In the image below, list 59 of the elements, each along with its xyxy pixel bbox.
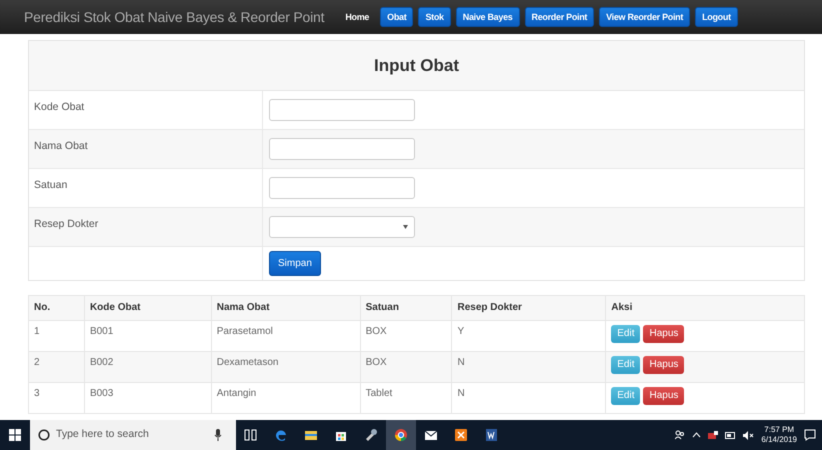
search-icon — [38, 429, 50, 441]
clock-time: 7:57 PM — [763, 425, 796, 435]
search-placeholder: Type here to search — [56, 427, 149, 442]
folder-icon — [304, 428, 318, 442]
task-view-icon — [244, 428, 258, 442]
delete-button[interactable]: Hapus — [643, 356, 684, 374]
column-header: Nama Obat — [211, 296, 360, 320]
microphone-icon — [214, 429, 222, 441]
table-cell: N — [452, 352, 606, 382]
column-header: Resep Dokter — [452, 296, 606, 320]
chevron-up-icon — [692, 432, 702, 438]
table-cell: 2 — [28, 352, 84, 382]
chrome-icon — [394, 428, 408, 442]
clock-date: 6/14/2019 — [761, 435, 797, 445]
nav-link[interactable]: Home — [339, 8, 376, 26]
input-field[interactable] — [269, 138, 415, 160]
delete-button[interactable]: Hapus — [643, 325, 684, 343]
field-label: Kode Obat — [29, 91, 263, 129]
brand-title: Perediksi Stok Obat Naive Bayes & Reorder Point — [24, 8, 324, 27]
nav-link[interactable]: Logout — [695, 6, 738, 28]
network-icon — [708, 431, 718, 439]
delete-button[interactable]: Hapus — [643, 387, 684, 405]
nav-link[interactable]: Naive Bayes — [456, 6, 520, 28]
nav-link[interactable]: Stok — [418, 6, 451, 28]
column-header: Kode Obat — [84, 296, 212, 320]
field-label: Resep Dokter — [29, 208, 263, 246]
input-field[interactable] — [269, 177, 415, 199]
input-field[interactable] — [269, 99, 415, 121]
save-button[interactable]: Simpan — [269, 251, 321, 276]
envelope-icon — [424, 428, 438, 442]
table-cell: B002 — [84, 352, 212, 382]
nav-link[interactable]: View Reorder Point — [599, 6, 690, 28]
cross-tile-icon — [454, 428, 468, 442]
table-cell: Antangin — [211, 382, 360, 414]
speaker-icon — [743, 430, 754, 440]
select-field[interactable] — [269, 216, 415, 238]
notification-icon[interactable] — [804, 429, 816, 441]
column-header: No. — [28, 296, 84, 320]
nav-link[interactable]: Reorder Point — [524, 6, 594, 28]
nav-link[interactable]: Obat — [380, 6, 414, 28]
battery-icon — [725, 432, 736, 438]
table-cell: BOX — [360, 352, 452, 382]
caret-icon — [403, 225, 408, 229]
windows-icon — [9, 429, 21, 441]
table-cell: N — [452, 382, 606, 414]
column-header: Satuan — [360, 296, 452, 320]
table-cell: B003 — [84, 382, 212, 414]
document-icon — [484, 428, 498, 442]
people-icon — [675, 430, 686, 440]
browser-icon — [274, 428, 288, 442]
table-cell: Dexametason — [211, 352, 360, 382]
table-cell: 3 — [28, 382, 84, 414]
table-cell: Tablet — [360, 382, 452, 414]
form-title: Input Obat — [374, 54, 459, 77]
field-label: Nama Obat — [29, 130, 263, 168]
column-header: Aksi — [606, 296, 804, 320]
field-label: Satuan — [29, 169, 263, 207]
search-field[interactable]: Type here to search — [30, 420, 236, 450]
wrench-icon — [364, 428, 378, 442]
